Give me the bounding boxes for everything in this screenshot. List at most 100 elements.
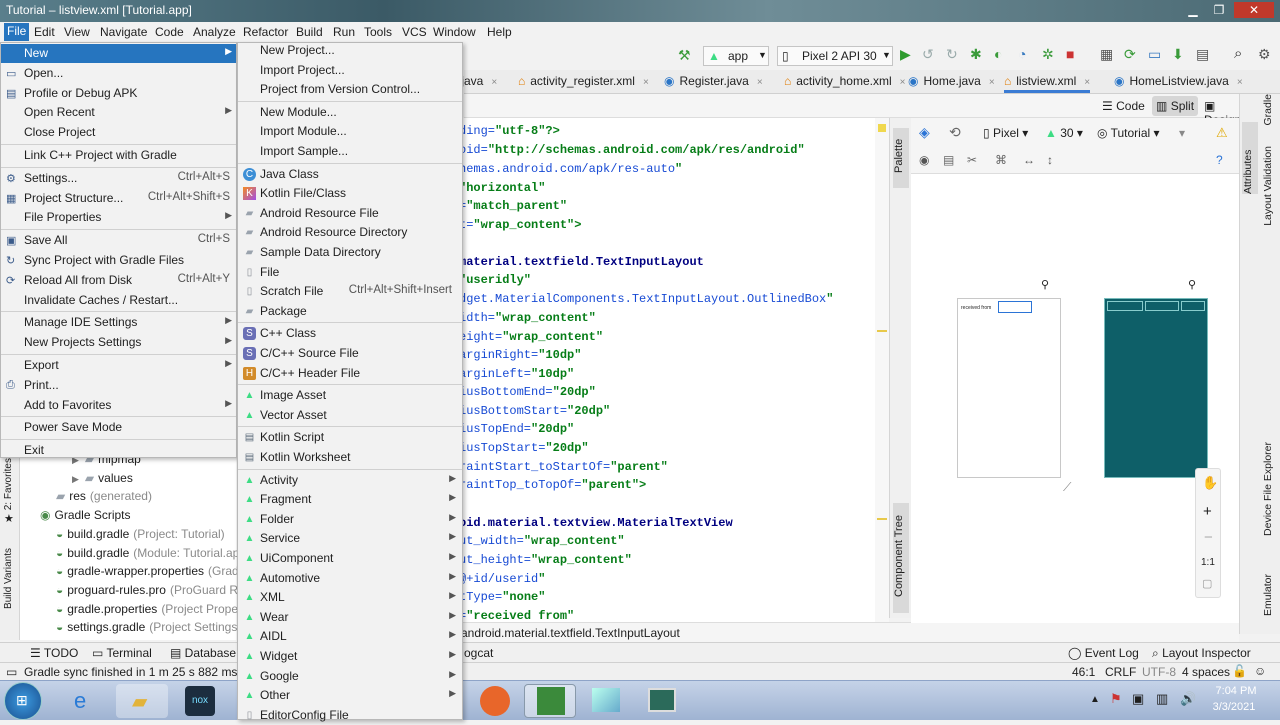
editor-tab[interactable]: ◉ Register.java × xyxy=(664,74,763,88)
new-menu-item-vector-asset[interactable]: ▲ Vector Asset xyxy=(238,406,462,425)
expand-arrow-icon[interactable]: ▶ xyxy=(72,474,79,484)
indent-setting[interactable]: 4 spaces xyxy=(1182,665,1230,679)
database-tab[interactable]: ▤ Database I xyxy=(170,646,243,660)
api-selector[interactable]: ▲ 30 ▾ xyxy=(1045,126,1083,140)
new-menu-item-android-resource-directory[interactable]: ▰ Android Resource Directory xyxy=(238,223,462,242)
file-menu-item-invalidate-caches-restart[interactable]: Invalidate Caches / Restart... xyxy=(1,291,236,310)
file-menu-item-profile-or-debug-apk[interactable]: ▤ Profile or Debug APK xyxy=(1,84,236,103)
new-menu-item-package[interactable]: ▰ Package xyxy=(238,302,462,321)
margin-icon[interactable]: ⌘ xyxy=(995,153,1007,167)
close-tab-icon[interactable]: × xyxy=(491,77,497,88)
avd-manager-icon[interactable]: ▭ xyxy=(1148,46,1161,63)
blueprint-icon[interactable]: ▤ xyxy=(943,153,954,167)
new-menu-item-c-c-header-file[interactable]: H C/C++ Header File xyxy=(238,364,462,383)
file-menu-item-reload-all-from-disk[interactable]: ⟳ Reload All from Disk Ctrl+Alt+Y xyxy=(1,271,236,290)
file-menu-item-new-projects-settings[interactable]: New Projects Settings ▶ xyxy=(1,333,236,352)
tree-item[interactable]: ◒ gradle-wrapper.properties (Gradl xyxy=(56,564,241,578)
close-icon[interactable]: ✕ xyxy=(1234,2,1274,18)
file-menu-item-file-properties[interactable]: File Properties ▶ xyxy=(1,208,236,227)
maximize-icon[interactable]: ❐ xyxy=(1208,2,1230,18)
new-menu-item-uicomponent[interactable]: ▲ UiComponent ▶ xyxy=(238,549,462,568)
layers-icon[interactable]: ◈ xyxy=(919,124,930,141)
view-mode-code[interactable]: ☰ Code xyxy=(1102,99,1145,113)
new-menu-item-other[interactable]: ▲ Other ▶ xyxy=(238,686,462,705)
menu-refactor[interactable]: Refactor xyxy=(243,25,288,39)
tray-app-icon[interactable]: ▣ xyxy=(1132,691,1144,707)
taskbar-android-studio[interactable] xyxy=(524,684,576,718)
editor-tab[interactable]: ⌂ activity_home.xml × xyxy=(784,74,905,88)
zoom-reset[interactable]: 1:1 xyxy=(1201,557,1215,568)
cursor-position[interactable]: 46:1 xyxy=(1072,665,1095,679)
clock-time[interactable]: 7:04 PM xyxy=(1212,685,1260,697)
close-tab-icon[interactable]: × xyxy=(989,77,995,88)
device-file-explorer-tab[interactable]: Device File Explorer xyxy=(1262,442,1278,536)
file-menu-item-power-save-mode[interactable]: Power Save Mode xyxy=(1,418,236,437)
locale-icon[interactable]: ▾ xyxy=(1179,126,1185,140)
close-tab-icon[interactable]: × xyxy=(1084,77,1090,88)
expand-horizontal-icon[interactable]: ↔ xyxy=(1023,153,1035,167)
file-menu-item-settings[interactable]: ⚙ Settings... Ctrl+Alt+S xyxy=(1,169,236,188)
new-menu-item-file[interactable]: ▯ File xyxy=(238,263,462,282)
new-menu-item-wear[interactable]: ▲ Wear ▶ xyxy=(238,608,462,627)
tree-item[interactable]: ◒ build.gradle (Module: Tutorial.ap xyxy=(56,546,239,560)
close-tab-icon[interactable]: × xyxy=(643,77,649,88)
taskbar-explorer[interactable]: ▰ xyxy=(116,684,168,718)
blueprint-preview[interactable] xyxy=(1104,298,1208,478)
build-variants-tab[interactable]: Build Variants xyxy=(3,548,17,609)
lock-icon[interactable]: 🔓 xyxy=(1232,664,1247,678)
new-menu-item-activity[interactable]: ▲ Activity ▶ xyxy=(238,471,462,490)
new-menu-item-new-module[interactable]: New Module... xyxy=(238,103,462,122)
code-editor[interactable]: ding="utf-8"?> oid="http://schemas.androi… xyxy=(455,118,875,623)
tray-network-icon[interactable]: ▥ xyxy=(1156,691,1168,707)
apply-changes-icon[interactable]: ↺ xyxy=(922,46,934,63)
view-mode-split[interactable]: ▥ Split xyxy=(1152,96,1199,116)
layout-inspector-tab[interactable]: ⌕ Layout Inspector xyxy=(1152,646,1251,661)
event-log-tab[interactable]: ◯ Event Log xyxy=(1068,646,1139,660)
device-dropdown[interactable]: ▯ Pixel 2 API 30 ▼ xyxy=(777,46,893,66)
code-marker[interactable] xyxy=(877,518,887,520)
close-tab-icon[interactable]: × xyxy=(900,77,906,88)
new-menu-item-scratch-file[interactable]: ▯ Scratch File Ctrl+Alt+Shift+Insert xyxy=(238,282,462,301)
warning-icon[interactable]: ⚠ xyxy=(1216,125,1228,141)
file-menu-item-project-structure[interactable]: ▦ Project Structure... Ctrl+Alt+Shift+S xyxy=(1,189,236,208)
hammer-icon[interactable]: ⚒ xyxy=(678,47,691,64)
menu-vcs[interactable]: VCS xyxy=(402,25,427,39)
new-menu-item-service[interactable]: ▲ Service ▶ xyxy=(238,529,462,548)
pan-hand-icon[interactable]: ✋ xyxy=(1202,475,1218,491)
menu-edit[interactable]: Edit xyxy=(34,25,55,39)
tree-item[interactable]: ◒ gradle.properties (Project Proper xyxy=(56,602,242,616)
layout-validation-tab[interactable]: Layout Validation xyxy=(1262,146,1278,226)
settings-icon[interactable]: ⚙ xyxy=(1258,46,1271,63)
new-menu-item-sample-data-directory[interactable]: ▰ Sample Data Directory xyxy=(238,243,462,262)
file-menu-item-sync-project-with-gradle-files[interactable]: ↻ Sync Project with Gradle Files xyxy=(1,251,236,270)
resize-handle-icon[interactable]: ⟋ xyxy=(1063,480,1071,495)
design-surface[interactable]: received from ⚲ ⚲ ⟋ ✋ + − 1:1 ▢ xyxy=(911,118,1239,623)
favorites-tab[interactable]: 2: Favorites xyxy=(3,458,17,510)
new-menu-item-c-c-source-file[interactable]: S C/C++ Source File xyxy=(238,344,462,363)
new-menu-item-widget[interactable]: ▲ Widget ▶ xyxy=(238,647,462,666)
editor-tab[interactable]: ⌂ activity_register.xml × xyxy=(518,74,649,88)
gradle-tab[interactable]: Gradle xyxy=(1262,94,1278,126)
tree-item[interactable]: ◉ Gradle Scripts xyxy=(40,508,131,522)
design-preview[interactable]: received from xyxy=(957,298,1061,478)
file-menu-item-link-c-project-with-gradle[interactable]: Link C++ Project with Gradle xyxy=(1,146,236,165)
taskbar-ie[interactable]: e xyxy=(60,684,112,718)
tree-item[interactable]: ◒ build.gradle (Project: Tutorial) xyxy=(56,527,225,541)
close-tab-icon[interactable]: × xyxy=(757,77,763,88)
clock-date[interactable]: 3/3/2021 xyxy=(1208,701,1260,713)
menu-file[interactable]: File xyxy=(4,23,30,41)
taskbar-app-2[interactable] xyxy=(580,684,632,718)
new-menu-item-kotlin-worksheet[interactable]: ▤ Kotlin Worksheet xyxy=(238,448,462,467)
tree-item[interactable]: ▶ ▰ values xyxy=(72,471,133,485)
project-structure-icon[interactable]: ▦ xyxy=(1100,46,1113,63)
zoom-out-icon[interactable]: − xyxy=(1204,529,1213,546)
debug-icon[interactable]: ✱ xyxy=(970,46,982,63)
sdk-manager-icon[interactable]: ⬇ xyxy=(1172,46,1184,63)
zoom-fit-icon[interactable]: ▢ xyxy=(1202,577,1212,590)
menu-tools[interactable]: Tools xyxy=(364,25,392,39)
tray-expand-icon[interactable]: ▲ xyxy=(1090,694,1100,705)
attach-debugger-icon[interactable]: ✲ xyxy=(1042,46,1054,63)
file-menu-item-export[interactable]: Export ▶ xyxy=(1,356,236,375)
taskbar-nox[interactable]: nox xyxy=(172,684,224,718)
file-menu-item-exit[interactable]: Exit xyxy=(1,441,236,460)
